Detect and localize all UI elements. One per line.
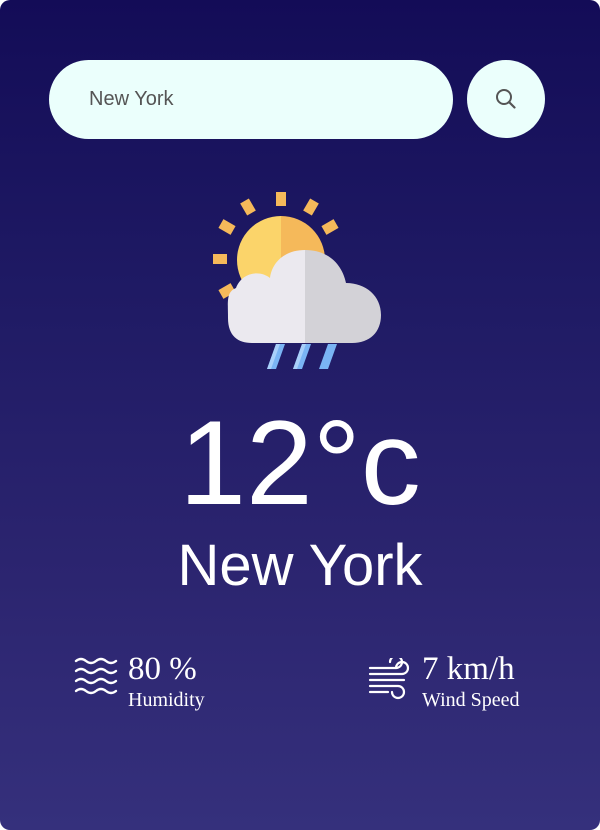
search-button[interactable] bbox=[467, 60, 545, 138]
wind-icon bbox=[368, 658, 410, 700]
city-name: New York bbox=[177, 533, 423, 598]
wind-label: Wind Speed bbox=[422, 689, 520, 711]
weather-card: 12°c New York 80 % Humidity 7 km/h Wind … bbox=[0, 0, 600, 830]
sun-cloud-rain-icon bbox=[213, 192, 381, 369]
wind-value: 7 km/h bbox=[422, 651, 515, 687]
humidity-value: 80 % bbox=[128, 651, 197, 687]
humidity-waves-icon bbox=[74, 657, 118, 695]
humidity-label: Humidity bbox=[128, 689, 205, 711]
temperature: 12°c bbox=[179, 396, 421, 530]
search-input[interactable] bbox=[49, 60, 453, 139]
search-icon bbox=[496, 89, 516, 109]
